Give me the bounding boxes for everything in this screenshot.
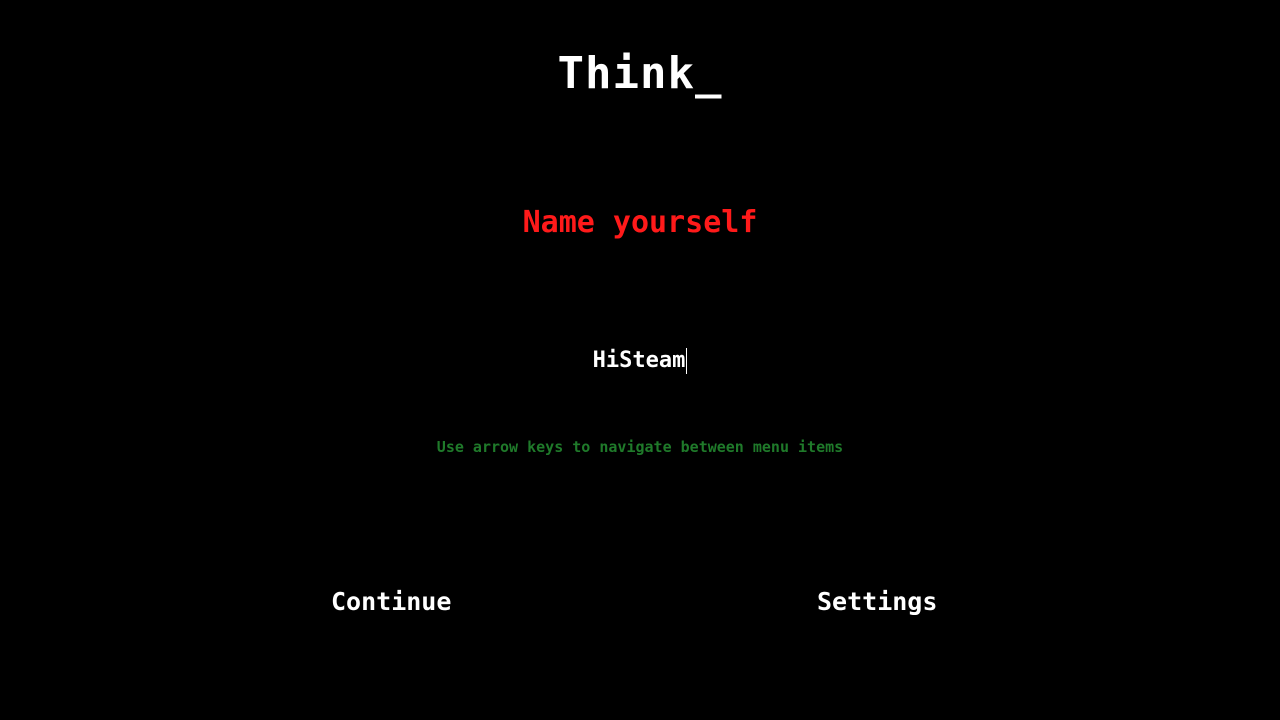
continue-button[interactable]: Continue: [331, 584, 451, 620]
game-screen: Think_ Name yourself HiSteam Use arrow k…: [0, 0, 1280, 720]
name-entry[interactable]: HiSteam: [0, 344, 1280, 377]
navigation-hint: Use arrow keys to navigate between menu …: [436, 438, 844, 456]
text-caret: [686, 347, 688, 374]
player-name-input[interactable]: HiSteam: [593, 345, 686, 377]
name-prompt: Name yourself: [522, 205, 758, 240]
game-title: Think_: [557, 48, 723, 99]
settings-button[interactable]: Settings: [817, 584, 937, 620]
